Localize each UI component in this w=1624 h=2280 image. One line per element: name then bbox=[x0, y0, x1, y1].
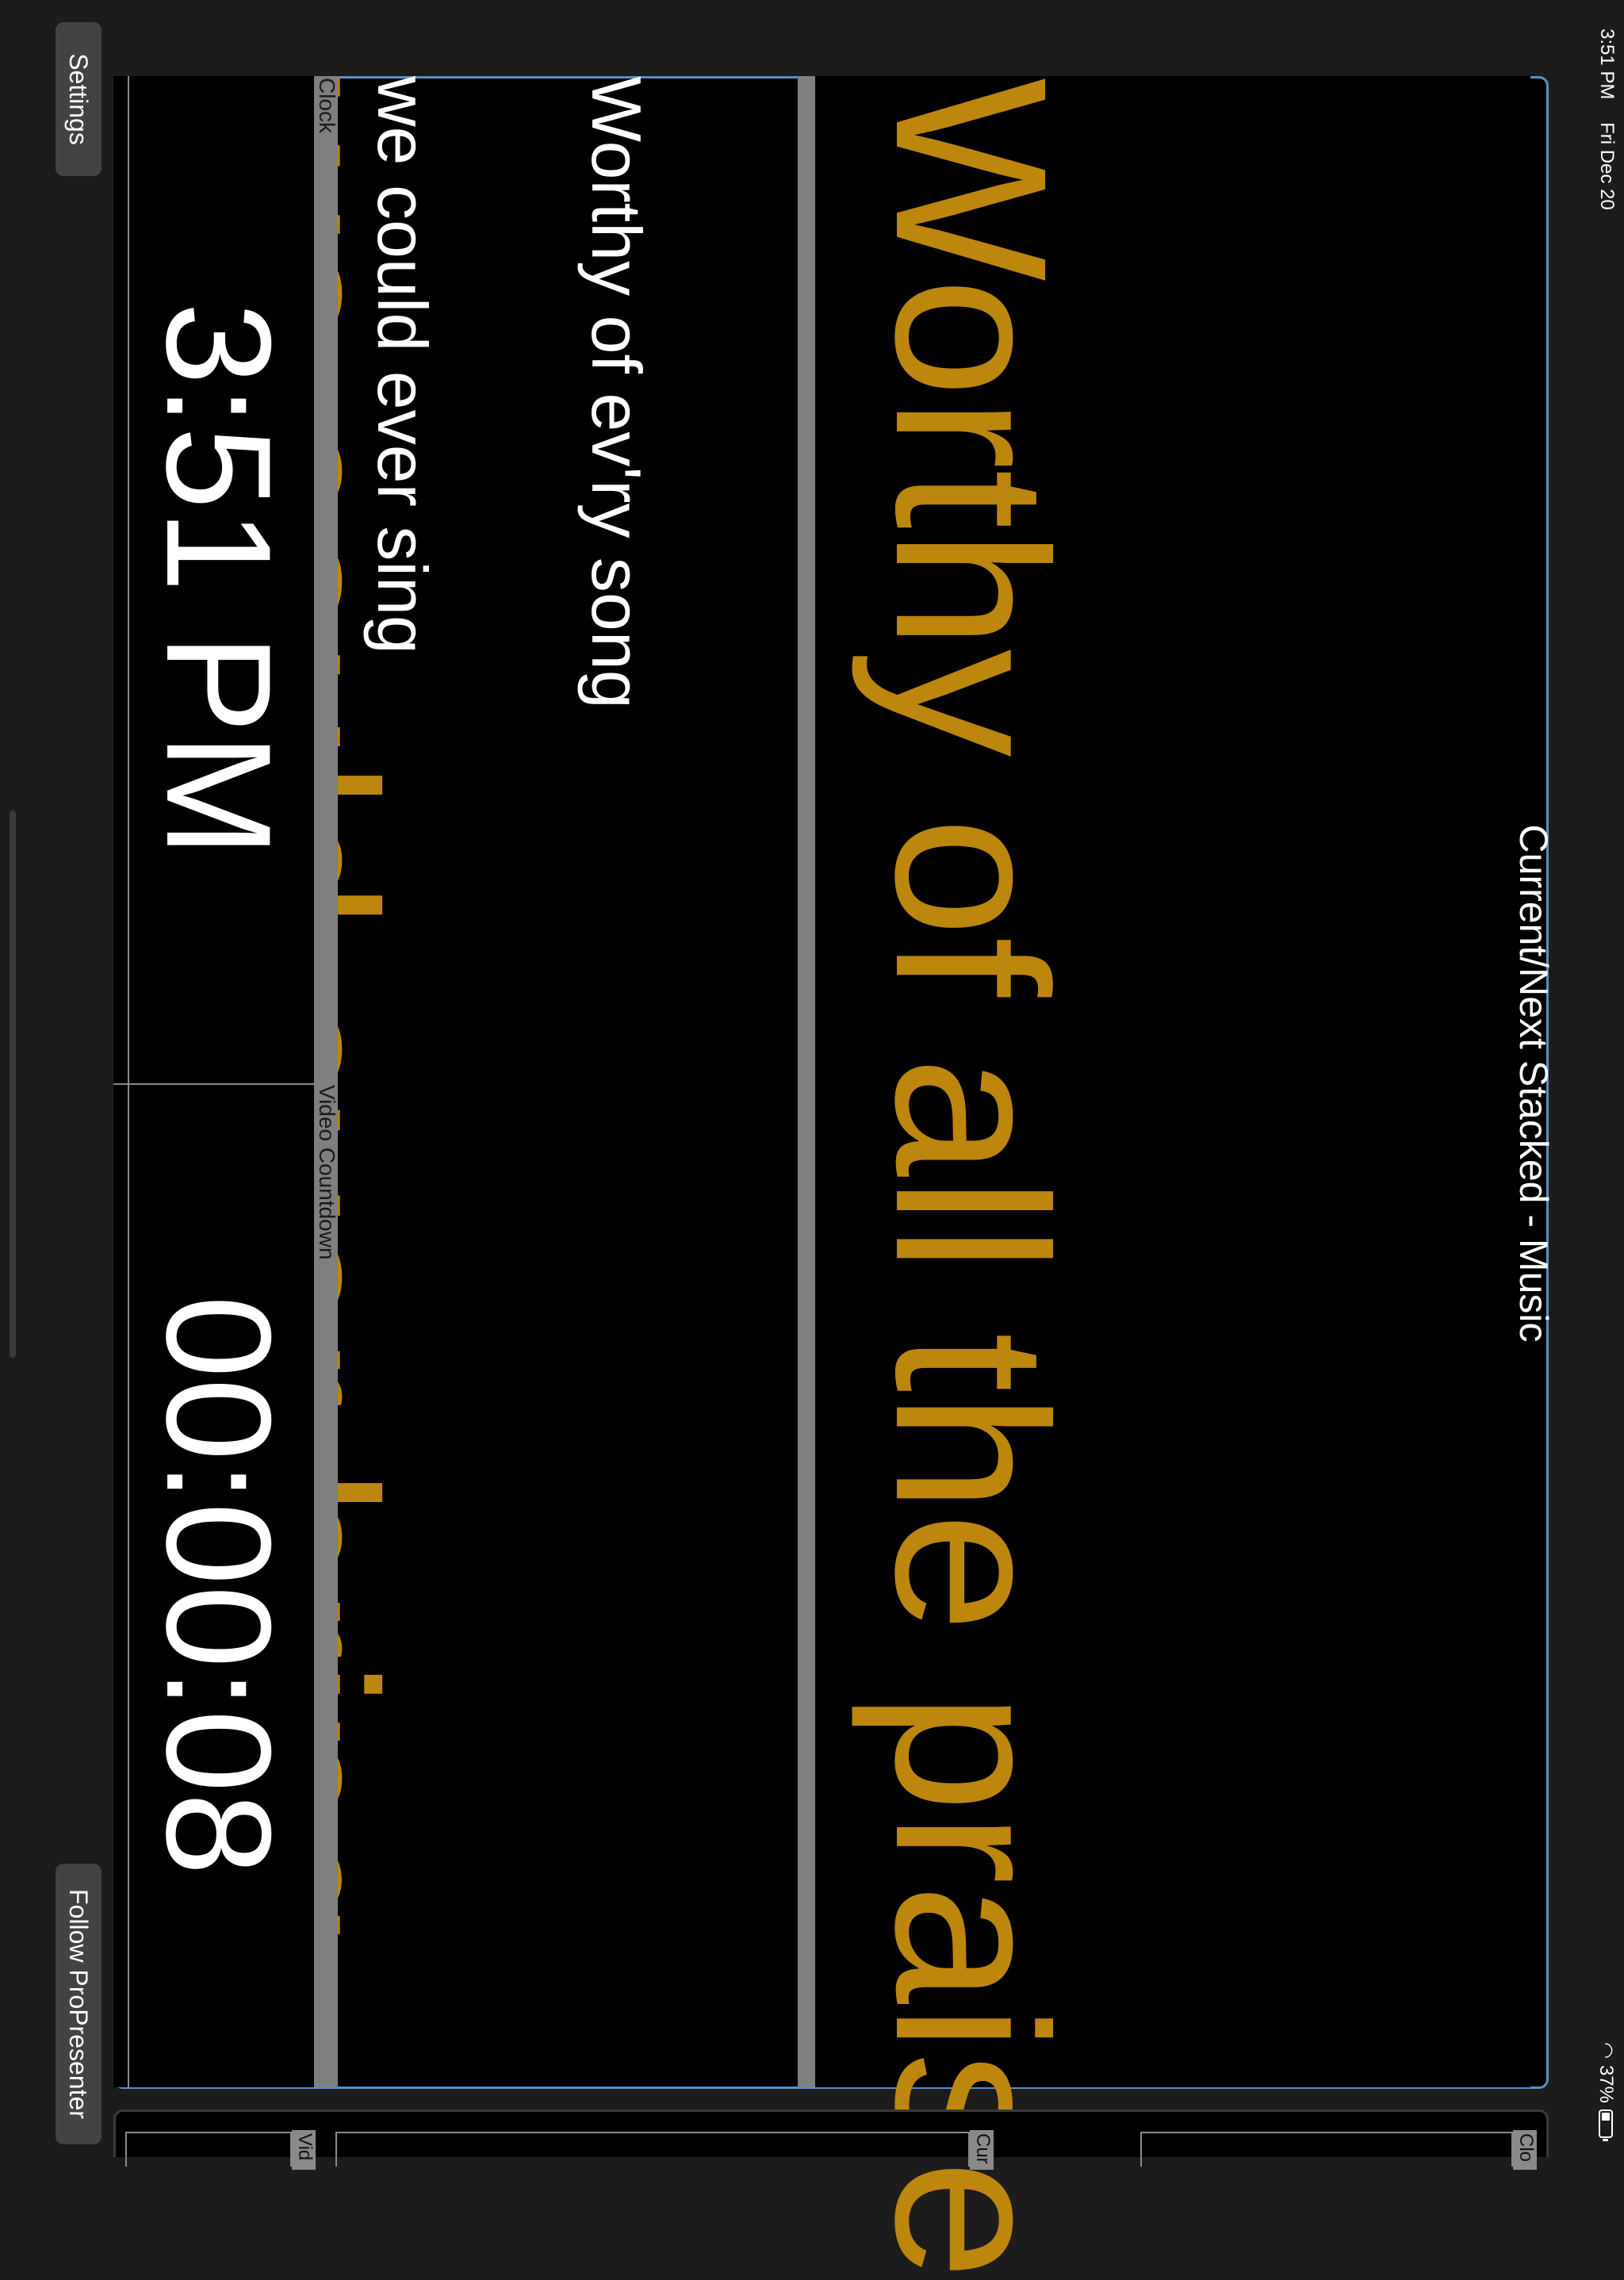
battery-fill bbox=[1602, 2113, 1611, 2121]
side-box-video bbox=[125, 2132, 292, 2167]
side-label-clock: Clo bbox=[1513, 2130, 1537, 2170]
layout-title: Current/Next Stacked - Music bbox=[1511, 824, 1556, 1343]
side-box-clock bbox=[1140, 2132, 1513, 2167]
status-time: 3:51 PM bbox=[1596, 29, 1618, 100]
side-label-video: Vid bbox=[292, 2130, 316, 2170]
current-next-separator bbox=[798, 76, 815, 2087]
settings-button[interactable]: Settings bbox=[56, 22, 102, 176]
current-slide-line-1: Worthy of all the praise bbox=[851, 78, 1092, 2280]
battery-icon bbox=[1599, 2109, 1614, 2138]
battery-percent: 37% bbox=[1595, 2064, 1618, 2103]
status-date: Fri Dec 20 bbox=[1596, 122, 1618, 210]
status-bar-time-date: 3:51 PM Fri Dec 20 bbox=[1595, 29, 1618, 228]
clock-value: 3:51 PM bbox=[136, 301, 302, 858]
stage-display-root: 3:51 PM Fri Dec 20 ◠ 37% Worthy of all t… bbox=[0, 0, 1624, 2280]
scroll-indicator[interactable] bbox=[10, 810, 16, 1358]
video-countdown-label: Video Countdown bbox=[315, 1085, 339, 1260]
next-slide-line-2: we could ever sing bbox=[363, 76, 442, 654]
clock-header-strip bbox=[314, 76, 338, 1083]
follow-propresenter-button[interactable]: Follow ProPresenter bbox=[56, 1864, 102, 2144]
clock-label: Clock bbox=[315, 78, 339, 134]
current-slide-text: Worthy of all the praise we could ever b… bbox=[180, 76, 1530, 2280]
side-label-current: Cur bbox=[970, 2130, 994, 2170]
side-box-current bbox=[335, 2132, 970, 2167]
video-countdown-value: 00:00:08 bbox=[136, 1295, 302, 1876]
next-slide-line-1: Worthy of ev'ry song bbox=[577, 76, 656, 709]
wifi-icon: ◠ bbox=[1595, 2042, 1617, 2059]
status-bar-right: ◠ 37% bbox=[1595, 2042, 1618, 2138]
